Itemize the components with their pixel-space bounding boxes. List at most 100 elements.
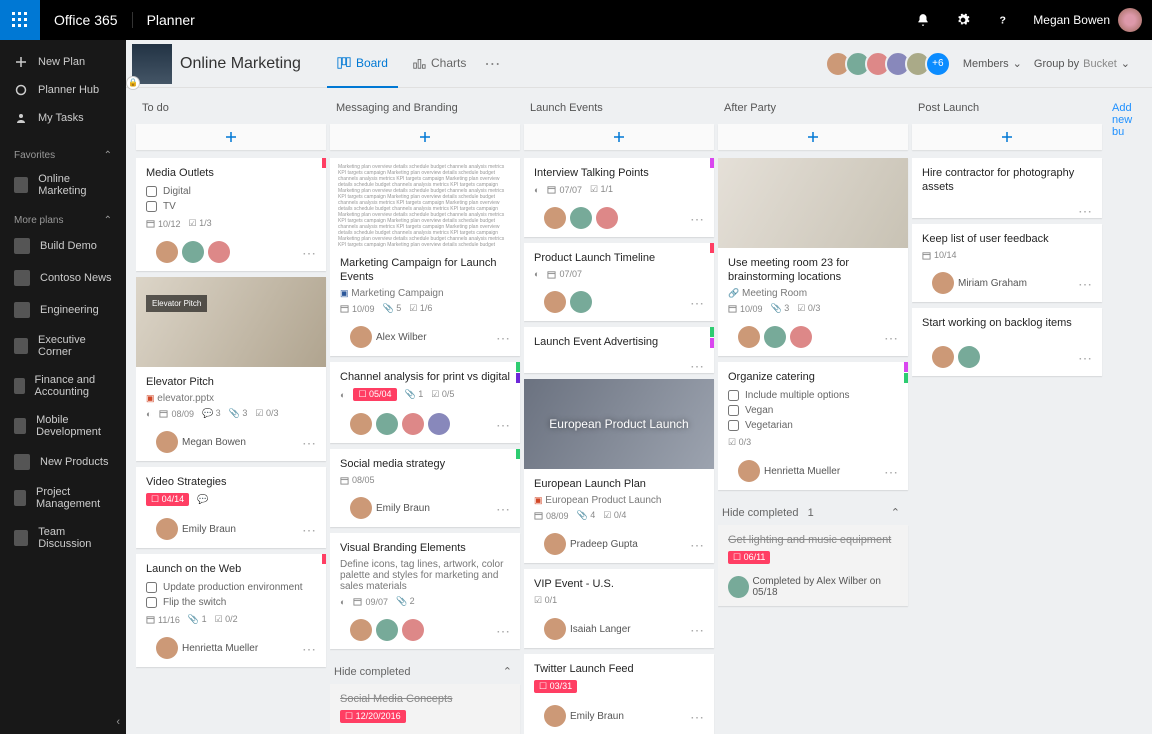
card-menu-icon[interactable]: ⋯ — [686, 538, 708, 552]
task-card[interactable]: Media Outlets DigitalTV 10/12☑ 1/3 ⋯ — [136, 158, 326, 271]
sidebar-new plan[interactable]: New Plan — [0, 48, 126, 76]
sidebar-plan-item[interactable]: Team Discussion — [0, 518, 126, 558]
add-task-button[interactable] — [136, 124, 326, 150]
task-card[interactable]: Hire contractor for photography assets ⋯ — [912, 158, 1102, 218]
bucket-title[interactable]: After Party — [718, 88, 912, 124]
notifications-icon[interactable] — [903, 0, 943, 40]
task-card[interactable]: Social Media Concepts ☐ 12/20/2016 Compl… — [330, 684, 520, 734]
card-menu-icon[interactable]: ⋯ — [686, 212, 708, 226]
card-menu-icon[interactable]: ⋯ — [686, 710, 708, 724]
members-dropdown[interactable]: Members⌄ — [963, 57, 1022, 70]
hide-completed-toggle[interactable]: Hide completed 1 ⌃ — [718, 496, 908, 525]
card-menu-icon[interactable]: ⋯ — [298, 246, 320, 260]
chevron-up-icon: ⌃ — [891, 506, 900, 519]
sidebar-planner hub[interactable]: Planner Hub — [0, 76, 126, 104]
card-menu-icon[interactable]: ⋯ — [492, 502, 514, 516]
sidebar-plan-item[interactable]: Mobile Development — [0, 406, 126, 446]
card-meta: 10/12☑ 1/3 — [146, 218, 316, 229]
sidebar-plan-item[interactable]: Executive Corner — [0, 326, 126, 366]
card-avatars: Completed by Alex Wilber on 05/18 — [718, 570, 908, 606]
card-menu-icon[interactable]: ⋯ — [492, 624, 514, 638]
add-task-button[interactable] — [718, 124, 908, 150]
task-card[interactable]: Keep list of user feedback 10/14 Miriam … — [912, 224, 1102, 302]
card-menu-icon[interactable]: ⋯ — [298, 642, 320, 656]
tab-charts[interactable]: Charts — [402, 40, 476, 88]
date-chip: 10/09 — [728, 304, 763, 314]
checklist-item[interactable]: Update production environment — [146, 580, 316, 595]
sidebar-my tasks[interactable]: My Tasks — [0, 104, 126, 132]
plan-thumbnail: 🔒 — [132, 44, 172, 84]
sidebar-plan-item[interactable]: Contoso News — [0, 262, 126, 294]
add-task-button[interactable] — [912, 124, 1102, 150]
checklist-item[interactable]: Vegan — [728, 403, 898, 418]
checklist-item[interactable]: Digital — [146, 184, 316, 199]
task-card[interactable]: Launch Event Advertising ⋯ — [524, 327, 714, 373]
collapse-sidebar-icon[interactable]: ‹ — [116, 716, 120, 728]
add-bucket-button[interactable]: Add new bu — [1106, 88, 1152, 734]
card-menu-icon[interactable]: ⋯ — [1074, 204, 1096, 218]
task-card[interactable]: Elevator Pitch Elevator Pitch ▣ elevator… — [136, 277, 326, 461]
checklist-item[interactable]: TV — [146, 199, 316, 214]
add-task-button[interactable] — [330, 124, 520, 150]
task-card[interactable]: Organize catering Include multiple optio… — [718, 362, 908, 490]
task-card[interactable]: VIP Event - U.S. ☑ 0/1 Isaiah Langer⋯ — [524, 569, 714, 648]
card-menu-icon[interactable]: ⋯ — [686, 623, 708, 637]
more-members-count: +6 — [925, 51, 951, 77]
task-card[interactable]: Product Launch Timeline ◐07/07 ⋯ — [524, 243, 714, 321]
add-task-button[interactable] — [524, 124, 714, 150]
card-meta: ☑ 0/1 — [534, 595, 704, 606]
card-menu-icon[interactable]: ⋯ — [1074, 277, 1096, 291]
help-icon[interactable]: ? — [983, 0, 1023, 40]
sidebar-plan-item[interactable]: Project Management — [0, 478, 126, 518]
bucket-title[interactable]: To do — [136, 88, 330, 124]
hide-completed-toggle[interactable]: Hide completed ⌃ — [330, 655, 520, 684]
category-stripe — [322, 158, 326, 168]
tab-board[interactable]: Board — [327, 40, 398, 88]
assignee-name: Pradeep Gupta — [570, 539, 638, 550]
bucket-title[interactable]: Post Launch — [912, 88, 1106, 124]
task-card[interactable]: Launch on the Web Update production envi… — [136, 554, 326, 667]
more-plans-header[interactable]: More plans ⌃ — [0, 205, 126, 230]
plan-members[interactable]: +6 — [831, 51, 951, 77]
card-menu-icon[interactable]: ⋯ — [686, 296, 708, 310]
task-card[interactable]: Get lighting and music equipment ☐ 06/11… — [718, 525, 908, 606]
sidebar-plan-item[interactable]: Build Demo — [0, 230, 126, 262]
group-by-dropdown[interactable]: Group by Bucket ⌄ — [1034, 57, 1130, 70]
task-card[interactable]: Visual Branding Elements Define icons, t… — [330, 533, 520, 649]
checklist-item[interactable]: Vegetarian — [728, 418, 898, 433]
bucket-title[interactable]: Messaging and Branding — [330, 88, 524, 124]
card-menu-icon[interactable]: ⋯ — [298, 436, 320, 450]
avatar — [350, 619, 372, 641]
task-card[interactable]: Social media strategy 08/05 Emily Braun⋯ — [330, 449, 520, 527]
task-card[interactable]: Start working on backlog items ⋯ — [912, 308, 1102, 376]
sidebar-plan-item[interactable]: Online Marketing — [0, 165, 126, 205]
favorites-header[interactable]: Favorites ⌃ — [0, 140, 126, 165]
sidebar-plan-item[interactable]: New Products — [0, 446, 126, 478]
sidebar-plan-item[interactable]: Finance and Accounting — [0, 366, 126, 406]
card-menu-icon[interactable]: ⋯ — [1074, 351, 1096, 365]
task-card[interactable]: Twitter Launch Feed ☐ 03/31 Emily Braun⋯ — [524, 654, 714, 734]
app-name: Planner — [132, 12, 209, 28]
card-menu-icon[interactable]: ⋯ — [492, 331, 514, 345]
more-menu-icon[interactable]: ⋯ — [484, 54, 500, 74]
card-menu-icon[interactable]: ⋯ — [880, 331, 902, 345]
checklist-item[interactable]: Include multiple options — [728, 388, 898, 403]
task-card[interactable]: Interview Talking Points ◐07/07☑ 1/1 ⋯ — [524, 158, 714, 237]
task-card[interactable]: European Product Launch European Launch … — [524, 379, 714, 563]
card-menu-icon[interactable]: ⋯ — [298, 523, 320, 537]
settings-icon[interactable] — [943, 0, 983, 40]
card-meta: ☐ 12/20/2016 — [340, 710, 510, 723]
card-menu-icon[interactable]: ⋯ — [686, 359, 708, 373]
card-menu-icon[interactable]: ⋯ — [880, 465, 902, 479]
bucket-title[interactable]: Launch Events — [524, 88, 718, 124]
task-card[interactable]: Video Strategies ☐ 04/14💬 Emily Braun⋯ — [136, 467, 326, 548]
task-card[interactable]: Use meeting room 23 for brainstorming lo… — [718, 158, 908, 356]
sidebar-plan-item[interactable]: Engineering — [0, 294, 126, 326]
checklist-item[interactable]: Flip the switch — [146, 595, 316, 610]
app-launcher-icon[interactable] — [0, 0, 40, 40]
card-meta: 10/09📎 5☑ 1/6 — [340, 303, 510, 314]
user-menu[interactable]: Megan Bowen — [1023, 8, 1152, 32]
card-menu-icon[interactable]: ⋯ — [492, 418, 514, 432]
task-card[interactable]: Marketing plan overview details schedule… — [330, 158, 520, 356]
task-card[interactable]: Channel analysis for print vs digital ◐☐… — [330, 362, 520, 443]
